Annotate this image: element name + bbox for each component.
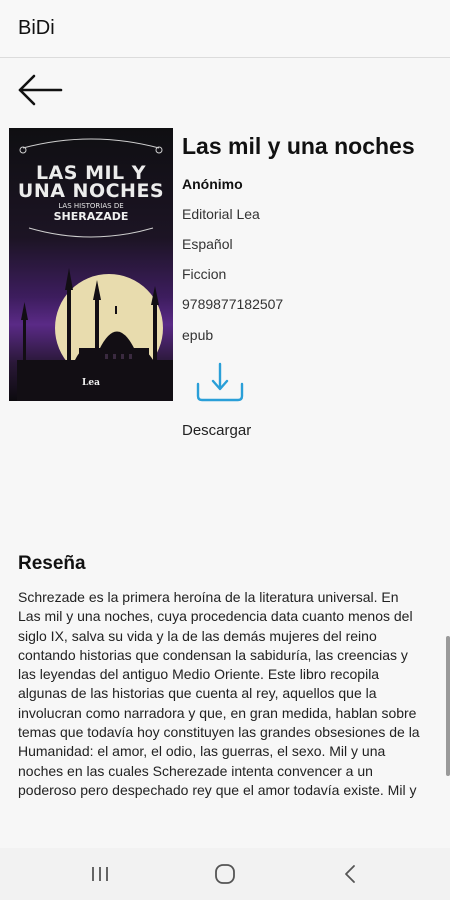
- recents-button[interactable]: [80, 858, 120, 890]
- review-heading: Reseña: [18, 553, 86, 574]
- book-isbn: 9789877182507: [182, 296, 284, 312]
- chevron-left-icon: [345, 865, 355, 883]
- book-publisher: Editorial Lea: [182, 206, 260, 222]
- cover-title: LAS MIL Y UNA NOCHES: [9, 164, 173, 202]
- download-icon: [196, 362, 244, 402]
- book-cover: LAS MIL Y UNA NOCHES LAS HISTORIAS DE SH…: [9, 128, 173, 401]
- back-button[interactable]: [14, 68, 66, 112]
- system-back-button[interactable]: [330, 858, 370, 890]
- home-button[interactable]: [205, 858, 245, 890]
- scrollbar[interactable]: [446, 636, 450, 776]
- book-title: Las mil y una noches: [182, 133, 415, 159]
- cover-subtitle-name: SHERAZADE: [53, 210, 129, 223]
- cover-publisher-logo: Lea: [82, 378, 100, 388]
- cover-title-line2: UNA NOCHES: [17, 180, 165, 202]
- cover-subtitle: LAS HISTORIAS DE: [58, 202, 124, 210]
- book-author: Anónimo: [182, 176, 243, 192]
- arrow-left-icon: [18, 74, 63, 106]
- book-language: Español: [182, 236, 233, 252]
- book-format: epub: [182, 327, 214, 343]
- recents-icon: [92, 867, 108, 881]
- system-nav-bar: [0, 848, 450, 900]
- app-bar: BiDi: [0, 0, 450, 58]
- app-title: BiDi: [18, 17, 55, 39]
- download-label[interactable]: Descargar: [182, 422, 251, 439]
- home-icon: [215, 864, 235, 884]
- book-genre: Ficcion: [182, 266, 227, 282]
- review-text: Schrezade es la primera heroína de la li…: [18, 589, 420, 798]
- download-button[interactable]: [194, 362, 246, 404]
